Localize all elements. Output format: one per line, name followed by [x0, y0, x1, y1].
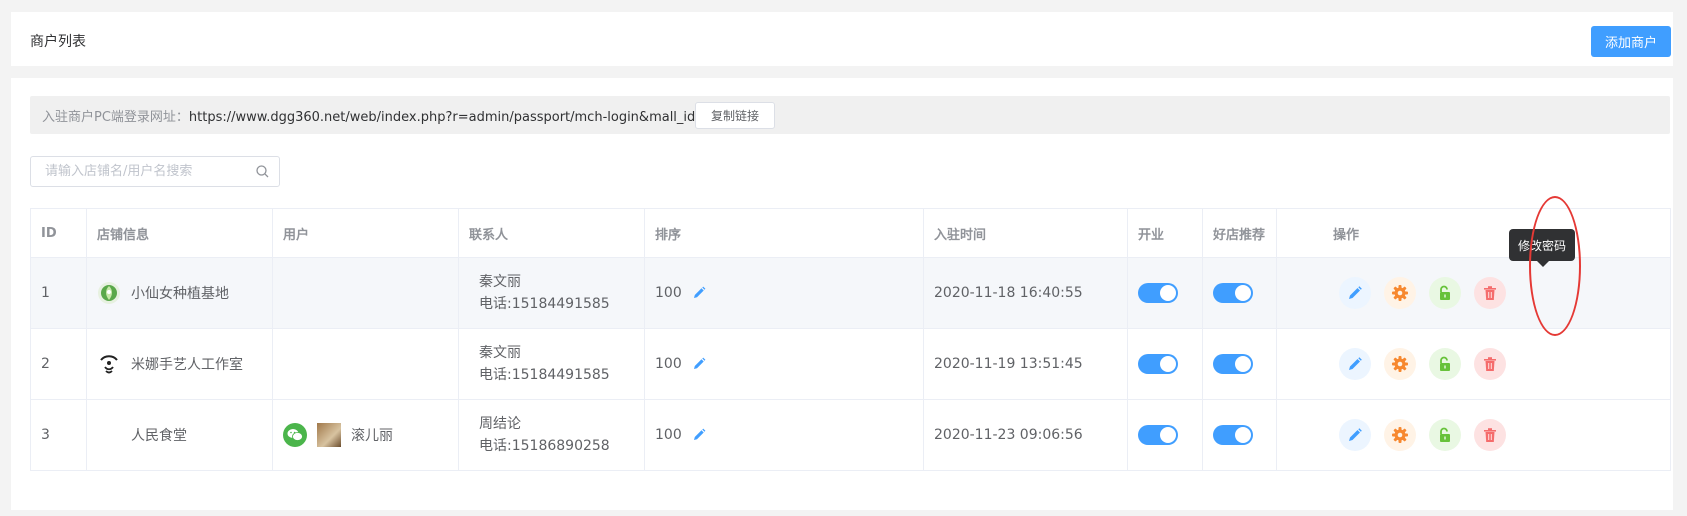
store-logo-placeholder — [97, 423, 121, 447]
row-id: 3 — [30, 399, 87, 471]
user-name: 滚儿丽 — [351, 428, 393, 444]
table-row: 3 人民食堂 滚儿丽 周结论 电话:15186890258 100 2020-1… — [30, 399, 1671, 471]
change-password-button[interactable] — [1429, 419, 1461, 451]
table-row: 1 小仙女种植基地 秦文丽 电话:15184491585 100 2020-11… — [30, 257, 1671, 329]
search-box — [30, 156, 280, 187]
edit-icon — [1349, 357, 1362, 370]
trash-icon — [1484, 286, 1496, 300]
unlock-icon — [1440, 285, 1450, 300]
search-icon[interactable] — [256, 165, 269, 178]
row-actions — [1287, 277, 1670, 309]
change-password-button[interactable] — [1429, 348, 1461, 380]
search-input[interactable] — [31, 157, 251, 186]
sort-value: 100 — [655, 427, 682, 443]
contact-info: 秦文丽 电话:15184491585 — [469, 271, 644, 315]
settings-button[interactable] — [1384, 277, 1416, 309]
gear-icon — [1392, 356, 1408, 372]
row-actions — [1287, 419, 1670, 451]
open-toggle[interactable] — [1138, 425, 1178, 445]
edit-icon — [1349, 286, 1362, 299]
store-info: 米娜手艺人工作室 — [97, 352, 272, 376]
store-logo-icon — [100, 355, 118, 374]
col-header-store: 店铺信息 — [86, 208, 273, 258]
settings-button[interactable] — [1384, 348, 1416, 380]
edit-button[interactable] — [1339, 348, 1371, 380]
sort-value: 100 — [655, 356, 682, 372]
page-title: 商户列表 — [30, 34, 86, 50]
sort-cell: 100 — [655, 427, 923, 443]
col-header-contact: 联系人 — [458, 208, 645, 258]
store-name: 人民食堂 — [131, 428, 187, 444]
annotation-circle — [1529, 196, 1581, 336]
table-row: 2 米娜手艺人工作室 秦文丽 电话:15184491585 100 2020-1… — [30, 328, 1671, 400]
user-cell — [272, 257, 459, 329]
row-id: 1 — [30, 257, 87, 329]
store-info: 小仙女种植基地 — [97, 281, 272, 305]
col-header-id: ID — [30, 208, 87, 258]
store-name: 米娜手艺人工作室 — [131, 357, 243, 373]
store-logo-icon — [98, 282, 120, 304]
copy-link-button[interactable]: 复制链接 — [695, 102, 775, 129]
open-toggle[interactable] — [1138, 283, 1178, 303]
user-info: 滚儿丽 — [283, 423, 458, 447]
wechat-icon — [283, 423, 307, 447]
edit-button[interactable] — [1339, 419, 1371, 451]
sort-cell: 100 — [655, 356, 923, 372]
contact-info: 周结论 电话:15186890258 — [469, 413, 644, 457]
header-card: 商户列表 添加商户 — [11, 12, 1673, 66]
gear-icon — [1392, 285, 1408, 301]
contact-phone: 电话:15184491585 — [479, 367, 610, 383]
edit-icon — [1349, 428, 1362, 441]
delete-button[interactable] — [1474, 419, 1506, 451]
main-card: 入驻商户PC端登录网址：https://www.dgg360.net/web/i… — [11, 78, 1673, 510]
col-header-open: 开业 — [1127, 208, 1203, 258]
contact-name: 秦文丽 — [479, 345, 521, 361]
contact-info: 秦文丽 电话:15184491585 — [469, 342, 644, 386]
col-header-actions: 操作 — [1276, 208, 1671, 258]
change-password-button[interactable] — [1429, 277, 1461, 309]
contact-phone: 电话:15186890258 — [479, 438, 610, 454]
avatar — [317, 423, 341, 447]
col-header-recommend: 好店推荐 — [1202, 208, 1277, 258]
settings-button[interactable] — [1384, 419, 1416, 451]
open-toggle[interactable] — [1138, 354, 1178, 374]
delete-button[interactable] — [1474, 277, 1506, 309]
merchant-table: ID 店铺信息 用户 联系人 排序 入驻时间 开业 好店推荐 操作 1 小仙女种… — [30, 208, 1671, 471]
contact-phone: 电话:15184491585 — [479, 296, 610, 312]
unlock-icon — [1440, 356, 1450, 371]
contact-name: 秦文丽 — [479, 274, 521, 290]
gear-icon — [1392, 427, 1408, 443]
add-merchant-button[interactable]: 添加商户 — [1591, 26, 1671, 57]
recommend-toggle[interactable] — [1213, 283, 1253, 303]
store-info: 人民食堂 — [97, 423, 272, 447]
join-time: 2020-11-19 13:51:45 — [923, 328, 1128, 400]
edit-sort-icon[interactable] — [692, 357, 706, 371]
edit-sort-icon[interactable] — [692, 286, 706, 300]
col-header-join-time: 入驻时间 — [923, 208, 1128, 258]
recommend-toggle[interactable] — [1213, 425, 1253, 445]
contact-name: 周结论 — [479, 416, 521, 432]
row-id: 2 — [30, 328, 87, 400]
store-name: 小仙女种植基地 — [131, 286, 229, 302]
col-header-user: 用户 — [272, 208, 459, 258]
table-header-row: ID 店铺信息 用户 联系人 排序 入驻时间 开业 好店推荐 操作 — [30, 208, 1671, 258]
unlock-icon — [1440, 427, 1450, 442]
edit-button[interactable] — [1339, 277, 1371, 309]
login-url-label: 入驻商户PC端登录网址： — [42, 110, 189, 125]
join-time: 2020-11-23 09:06:56 — [923, 399, 1128, 471]
login-url-text: 入驻商户PC端登录网址：https://www.dgg360.net/web/i… — [42, 106, 748, 125]
recommend-toggle[interactable] — [1213, 354, 1253, 374]
sort-cell: 100 — [655, 285, 923, 301]
delete-button[interactable] — [1474, 348, 1506, 380]
row-actions — [1287, 348, 1670, 380]
col-header-sort: 排序 — [644, 208, 924, 258]
user-cell — [272, 328, 459, 400]
edit-sort-icon[interactable] — [692, 428, 706, 442]
login-url-value: https://www.dgg360.net/web/index.php?r=a… — [188, 110, 749, 125]
trash-icon — [1484, 357, 1496, 371]
login-url-bar: 入驻商户PC端登录网址：https://www.dgg360.net/web/i… — [30, 96, 1670, 134]
join-time: 2020-11-18 16:40:55 — [923, 257, 1128, 329]
trash-icon — [1484, 428, 1496, 442]
sort-value: 100 — [655, 285, 682, 301]
